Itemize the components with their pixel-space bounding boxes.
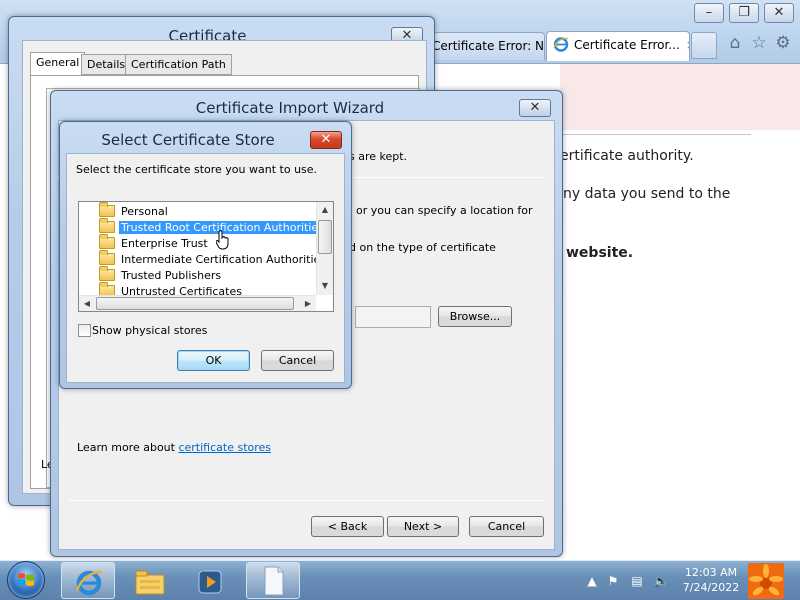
next-button[interactable]: Next > <box>387 516 459 537</box>
volume-muted-icon[interactable]: 🔈 <box>653 573 669 589</box>
cancel-button[interactable]: Cancel <box>469 516 544 537</box>
folder-icon <box>99 218 115 233</box>
taskbar-windows-explorer[interactable] <box>121 562 175 599</box>
dialog-title: Certificate Import Wizard <box>195 99 385 117</box>
scroll-right-icon[interactable]: ▶ <box>300 296 316 312</box>
scroll-thumb[interactable] <box>96 297 294 310</box>
tree-item-trusted-root[interactable]: Trusted Root Certification Authorities <box>99 218 326 236</box>
back-button[interactable]: < Back <box>311 516 384 537</box>
favorites-star-icon[interactable]: ☆ <box>749 33 769 53</box>
tab-general[interactable]: General <box>30 52 86 76</box>
horizontal-scrollbar[interactable]: ◀ ▶ <box>79 295 316 311</box>
ie-icon <box>75 570 103 596</box>
dialog-title: Select Certificate Store <box>101 131 275 149</box>
page-text: website. <box>566 245 634 261</box>
taskbar-internet-explorer[interactable] <box>61 562 115 599</box>
learn-more-text: Learn more about certificate stores <box>77 441 271 454</box>
ie-icon <box>553 37 569 52</box>
close-window-button[interactable]: ✕ <box>764 3 794 23</box>
tree-item-label: Trusted Publishers <box>121 269 222 282</box>
ok-button[interactable]: OK <box>177 350 250 371</box>
tree-item-label: Enterprise Trust <box>121 237 208 250</box>
restore-button[interactable]: ❐ <box>729 3 759 23</box>
show-physical-stores-checkbox[interactable] <box>78 324 91 337</box>
new-tab-button[interactable] <box>691 32 717 59</box>
page-text: ny data you send to the <box>563 186 731 202</box>
divider <box>555 134 751 135</box>
windows-logo-icon <box>18 573 34 586</box>
browser-tab-2[interactable]: Certificate Error... × <box>546 31 690 61</box>
scroll-thumb[interactable] <box>318 220 332 254</box>
document-icon <box>264 566 284 596</box>
certificate-stores-link[interactable]: certificate stores <box>178 441 271 454</box>
tab-label: Certificate Error... <box>574 38 680 52</box>
checkbox-label: Show physical stores <box>92 324 208 337</box>
tree-item-label: Intermediate Certification Authorities <box>121 253 327 266</box>
folder-icon <box>99 234 115 249</box>
tab-details[interactable]: Details <box>81 54 132 75</box>
vertical-scrollbar[interactable]: ▲ ▼ <box>316 202 333 295</box>
clock-time: 12:03 AM <box>684 566 738 579</box>
close-tab-icon[interactable]: × <box>686 38 689 52</box>
folder-icon <box>99 202 115 217</box>
minimize-button[interactable]: – <box>694 3 724 23</box>
tree-item-personal[interactable]: Personal <box>99 202 170 220</box>
tree-item-enterprise-trust[interactable]: Enterprise Trust <box>99 234 210 252</box>
scroll-left-icon[interactable]: ◀ <box>79 296 95 312</box>
tools-gear-icon[interactable]: ⚙ <box>773 33 793 53</box>
scroll-up-icon[interactable]: ▲ <box>317 202 333 218</box>
browser-tab-1[interactable]: Certificate Error: N... <box>425 32 545 60</box>
folder-icon <box>99 250 115 265</box>
taskbar-media-player[interactable] <box>181 562 235 599</box>
folder-icon <box>135 570 165 595</box>
learn-more-prefix: Learn more about <box>77 441 179 454</box>
wizard-text: or you can specify a location for <box>356 204 533 217</box>
tree-item-trusted-publishers[interactable]: Trusted Publishers <box>99 266 223 284</box>
close-icon[interactable]: ✕ <box>519 99 551 117</box>
show-hidden-icons[interactable]: ▲ <box>584 573 600 589</box>
tree-item-label: Personal <box>121 205 168 218</box>
mouse-cursor-icon <box>216 230 229 250</box>
cancel-button[interactable]: Cancel <box>261 350 334 371</box>
browse-button[interactable]: Browse... <box>438 306 512 327</box>
taskbar-clock[interactable]: 12:03 AM 7/24/2022 <box>676 565 746 595</box>
error-banner <box>560 64 800 130</box>
network-icon[interactable]: ▤ <box>629 573 645 589</box>
wizard-text: s are kept. <box>349 150 408 163</box>
tab-label: Certificate Error: N... <box>432 39 545 53</box>
clock-date: 7/24/2022 <box>682 581 740 594</box>
flower-wallpaper-icon[interactable] <box>748 563 784 599</box>
wizard-text: d on the type of certificate <box>349 241 496 254</box>
tab-certification-path[interactable]: Certification Path <box>125 54 232 75</box>
divider <box>68 500 544 501</box>
taskbar-document[interactable] <box>246 562 300 599</box>
store-path-field[interactable] <box>355 306 431 328</box>
home-icon[interactable]: ⌂ <box>725 33 745 53</box>
media-player-icon <box>198 570 222 594</box>
folder-icon <box>99 266 115 281</box>
action-center-icon[interactable]: ⚑ <box>605 573 621 589</box>
page-text: ertificate authority. <box>560 148 694 164</box>
close-icon[interactable]: ✕ <box>310 131 342 149</box>
instruction-text: Select the certificate store you want to… <box>76 163 318 176</box>
tree-item-intermediate[interactable]: Intermediate Certification Authorities <box>99 250 328 268</box>
scroll-down-icon[interactable]: ▼ <box>317 278 333 294</box>
